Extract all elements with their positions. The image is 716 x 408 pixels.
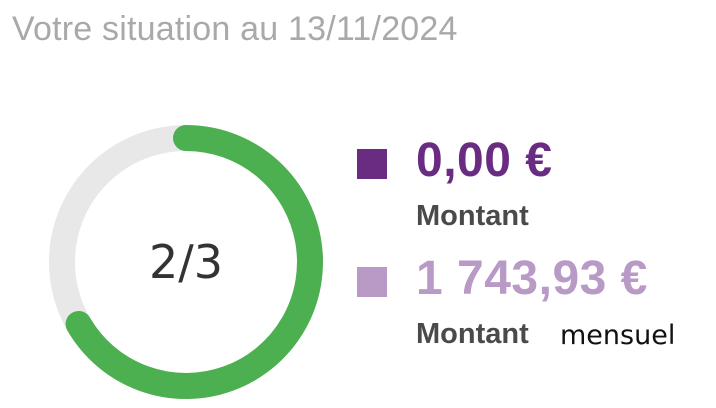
- amount-monthly-label: Montant: [416, 318, 529, 350]
- progress-ring-chart: 2/3: [49, 125, 323, 399]
- legend-square-monthly: [357, 267, 387, 297]
- page-title: Votre situation au 13/11/2024: [12, 10, 458, 48]
- amount-paid: 0,00 €: [416, 134, 553, 187]
- amount-monthly-label-suffix: mensuel: [560, 320, 676, 351]
- progress-ring-label: 2/3: [149, 235, 223, 289]
- amount-paid-label: Montant: [416, 200, 529, 232]
- amount-monthly: 1 743,93 €: [416, 252, 648, 305]
- progress-ring: 2/3: [44, 120, 328, 404]
- legend-square-paid: [357, 149, 387, 179]
